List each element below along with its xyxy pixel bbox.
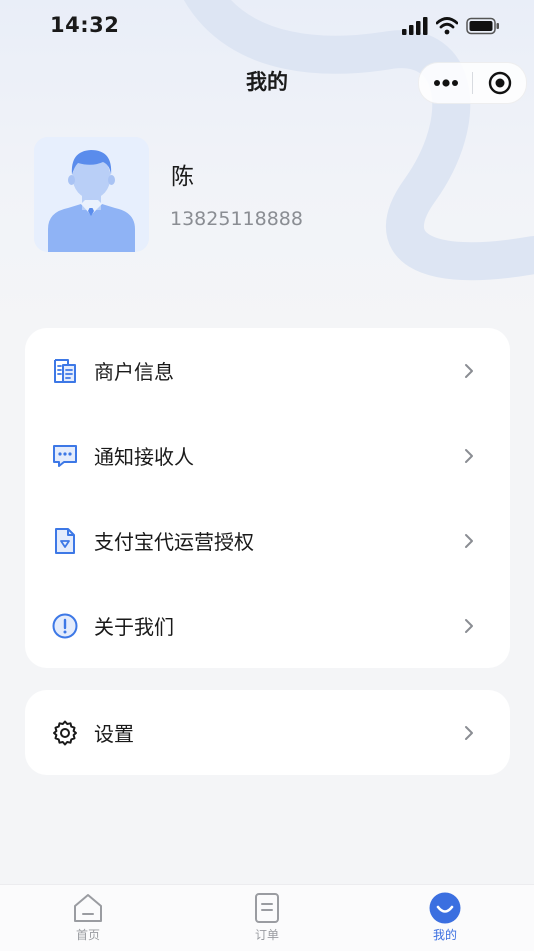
profile-icon [429, 891, 461, 925]
chevron-right-icon [462, 723, 476, 743]
default-avatar-icon [34, 137, 149, 252]
tab-home[interactable]: 首页 [38, 885, 138, 951]
menu-label: 商户信息 [94, 360, 174, 384]
user-name: 陈 [171, 164, 194, 190]
tab-bar: 首页 订单 我的 [0, 884, 534, 951]
info-circle-icon [51, 612, 79, 640]
status-bar: 14:32 [0, 0, 534, 52]
status-time: 14:32 [50, 13, 120, 37]
chevron-right-icon [462, 446, 476, 466]
message-icon [51, 442, 79, 470]
menu-item-merchant-info[interactable]: 商户信息 [25, 328, 510, 413]
authorization-doc-icon [51, 527, 79, 555]
menu-item-about-us[interactable]: 关于我们 [25, 583, 510, 668]
tab-mine[interactable]: 我的 [395, 885, 495, 951]
settings-card: 设置 [25, 690, 510, 775]
menu-item-notification-recipients[interactable]: 通知接收人 [25, 413, 510, 498]
tab-orders[interactable]: 订单 [217, 885, 317, 951]
menu-label: 设置 [94, 722, 134, 746]
tab-label: 订单 [254, 928, 279, 942]
battery-icon [466, 17, 499, 35]
miniapp-capsule [418, 62, 527, 104]
cellular-signal-icon [402, 17, 428, 35]
menu-label: 支付宝代运营授权 [94, 530, 254, 554]
chevron-right-icon [462, 531, 476, 551]
gear-icon [51, 719, 79, 747]
user-phone: 13825118888 [170, 208, 303, 230]
more-button[interactable] [419, 63, 472, 103]
tab-label: 首页 [75, 928, 100, 942]
avatar[interactable] [34, 137, 149, 252]
merchant-info-icon [51, 357, 79, 385]
tab-label: 我的 [432, 928, 457, 942]
chevron-right-icon [462, 616, 476, 636]
close-miniapp-button[interactable] [473, 63, 526, 103]
home-icon [72, 891, 104, 925]
chevron-right-icon [462, 361, 476, 381]
order-icon [251, 891, 283, 925]
menu-label: 关于我们 [94, 615, 174, 639]
more-dots-icon [433, 79, 458, 87]
wifi-icon [436, 17, 458, 35]
menu-item-settings[interactable]: 设置 [25, 690, 510, 775]
menu-card: 商户信息 通知接收人 支付宝代运营授权 关于我们 [25, 328, 510, 668]
menu-item-alipay-authorization[interactable]: 支付宝代运营授权 [25, 498, 510, 583]
menu-label: 通知接收人 [94, 445, 194, 469]
target-circle-icon [488, 71, 511, 95]
